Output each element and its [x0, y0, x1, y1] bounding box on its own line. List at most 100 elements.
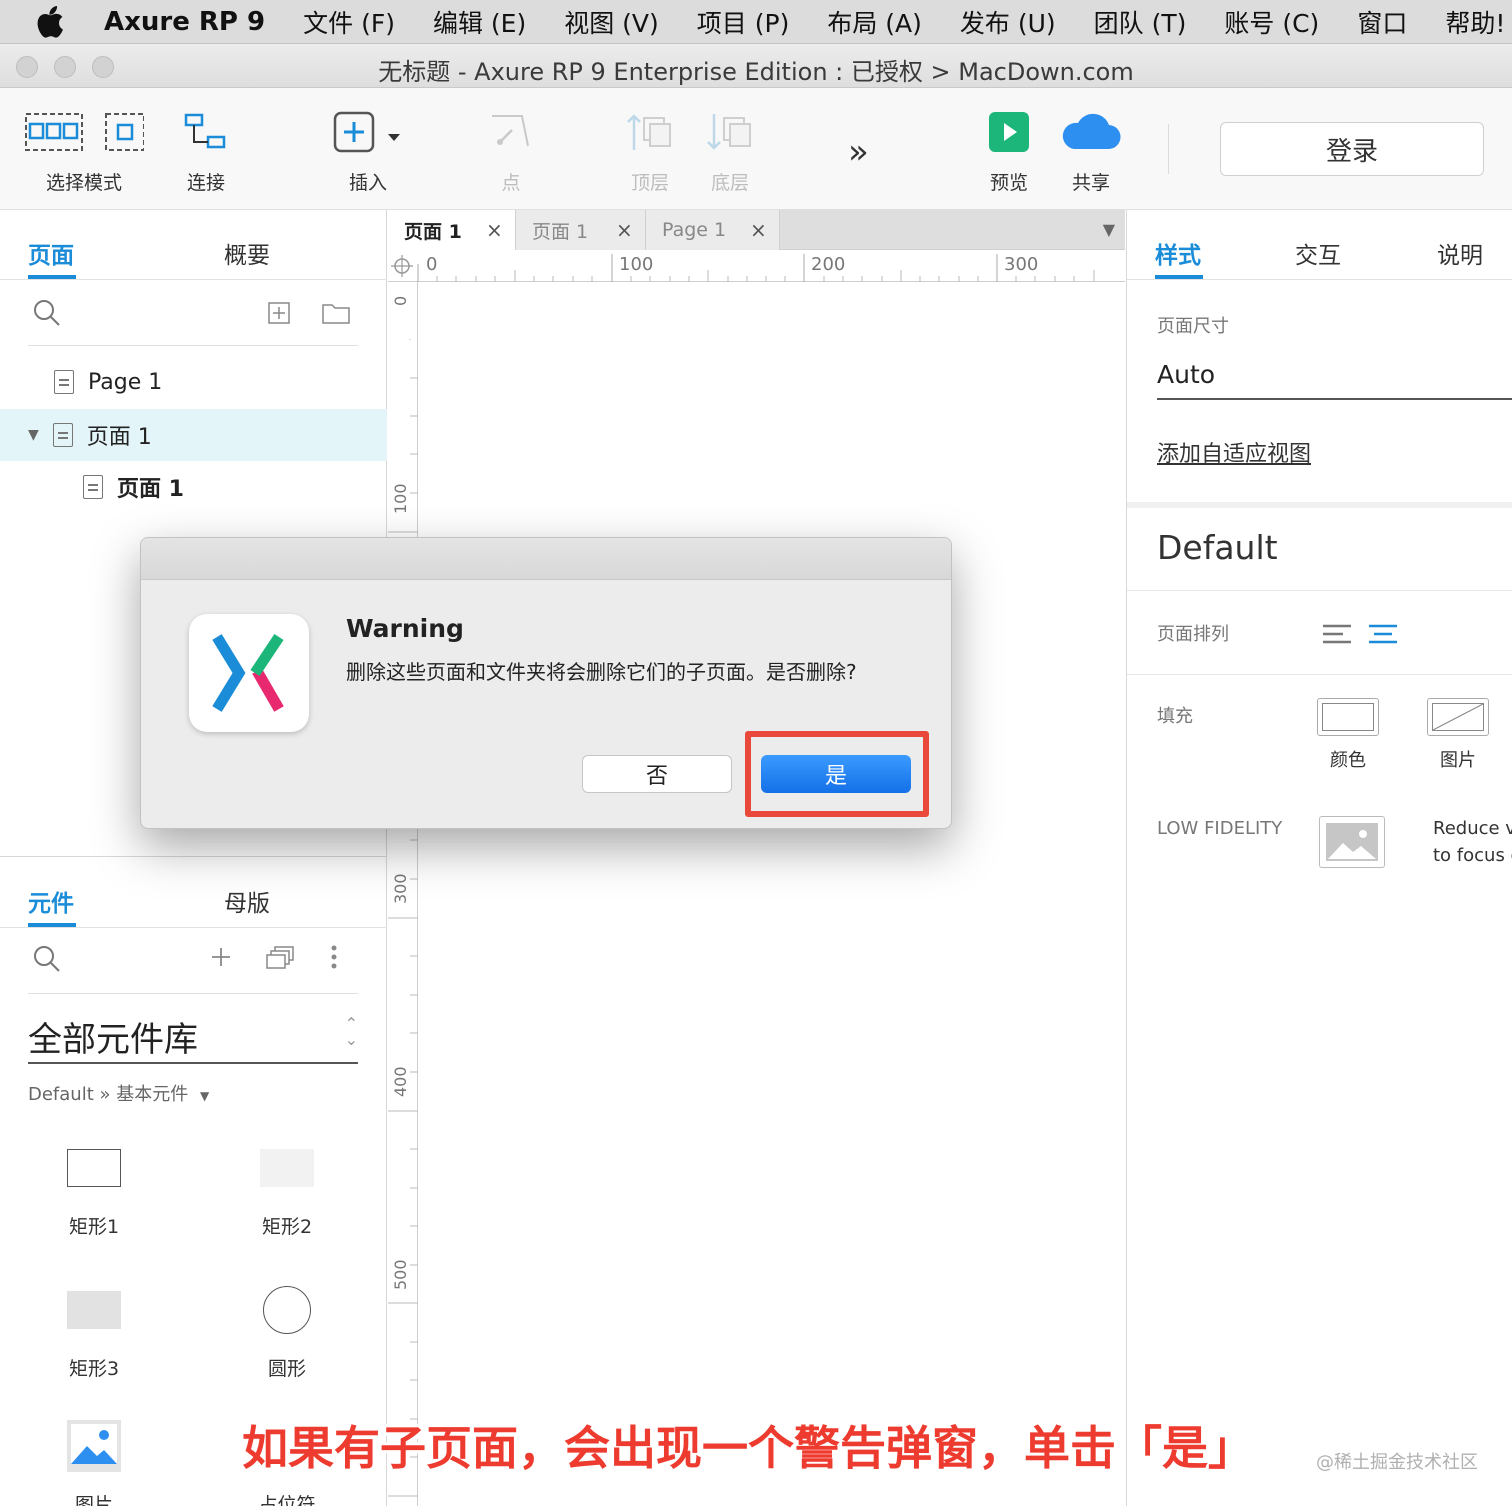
doc-tab-label: 页面 1 — [404, 220, 462, 243]
share-button[interactable]: 共享 — [1060, 108, 1122, 195]
no-button[interactable]: 否 — [582, 755, 732, 793]
widget-rectangle3[interactable]: 矩形3 — [29, 1280, 159, 1381]
menu-team[interactable]: 团队 (T) — [1094, 4, 1187, 40]
low-fidelity-toggle[interactable] — [1319, 816, 1385, 868]
page-icon — [52, 423, 73, 447]
align-center-icon[interactable] — [1369, 624, 1397, 648]
tutorial-caption: 如果有子页面，会出现一个警告弹窗，单击「是」 — [242, 1421, 1254, 1475]
menu-account[interactable]: 账号 (C) — [1224, 4, 1319, 40]
widget-circle[interactable]: 圆形 — [222, 1280, 352, 1381]
warning-dialog: Warning 删除这些页面和文件夹将会删除它们的子页面。是否删除? 否 是 — [140, 537, 952, 829]
dialog-title: Warning — [346, 614, 464, 643]
section-divider — [1127, 590, 1512, 591]
color-swatch-icon — [1317, 698, 1379, 736]
widget-label: 圆形 — [267, 1358, 306, 1380]
low-fidelity-desc: to focus c — [1433, 845, 1512, 866]
tab-style[interactable]: 样式 — [1155, 236, 1201, 270]
fill-image-button[interactable]: 图片 — [1427, 698, 1489, 772]
insert-button[interactable]: 插入 — [332, 108, 404, 195]
tab-widgets[interactable]: 元件 — [28, 884, 74, 918]
ruler-tick-label: 300 — [1004, 254, 1039, 275]
window-title: 无标题 - Axure RP 9 Enterprise Edition : 已授… — [378, 58, 1134, 86]
more-options-icon[interactable] — [330, 944, 338, 974]
top-layer-label: 顶层 — [630, 172, 669, 194]
select-mode-button[interactable]: 选择模式 — [24, 108, 144, 195]
library-stack-icon[interactable] — [266, 946, 294, 974]
select-mode-label: 选择模式 — [45, 172, 122, 194]
tab-pages[interactable]: 页面 — [28, 236, 74, 270]
library-select-value: 全部元件库 — [28, 1020, 198, 1060]
app-menu[interactable]: Axure RP 9 — [104, 7, 265, 37]
close-tab-icon[interactable]: × — [486, 218, 503, 242]
add-folder-icon[interactable] — [322, 302, 350, 328]
style-name[interactable]: Default — [1157, 528, 1278, 567]
widget-rectangle2[interactable]: 矩形2 — [222, 1138, 352, 1239]
menu-layout[interactable]: 布局 (A) — [827, 4, 922, 40]
menu-publish[interactable]: 发布 (U) — [960, 4, 1056, 40]
connect-label: 连接 — [186, 172, 225, 194]
rectangle-gray-icon — [67, 1280, 121, 1340]
doc-tab-3[interactable]: Page 1 × — [646, 210, 780, 250]
page-size-value: Auto — [1157, 360, 1216, 389]
menu-project[interactable]: 项目 (P) — [697, 4, 790, 40]
close-tab-icon[interactable]: × — [750, 218, 767, 242]
close-tab-icon[interactable]: × — [616, 218, 633, 242]
preview-button[interactable]: 预览 — [988, 108, 1030, 195]
widget-image[interactable]: 图片 — [29, 1416, 159, 1506]
menu-view[interactable]: 视图 (V) — [564, 4, 659, 40]
add-page-icon[interactable] — [268, 302, 290, 328]
menu-file[interactable]: 文件 (F) — [303, 4, 395, 40]
design-canvas[interactable] — [418, 282, 1125, 1506]
page-icon — [54, 370, 74, 394]
inspector-tabs: 样式 交互 说明 — [1127, 210, 1512, 280]
doc-tab-label: Page 1 — [662, 219, 727, 241]
menu-edit[interactable]: 编辑 (E) — [433, 4, 526, 40]
search-icon[interactable] — [32, 298, 62, 332]
insert-label: 插入 — [348, 172, 387, 194]
select-mode-icon — [24, 108, 144, 156]
widget-rectangle1[interactable]: 矩形1 — [29, 1138, 159, 1239]
more-tools-icon[interactable]: » — [848, 132, 869, 172]
fill-color-button[interactable]: 颜色 — [1317, 698, 1379, 772]
login-button[interactable]: 登录 — [1220, 122, 1484, 176]
page-item-child[interactable]: 页面 1 — [0, 461, 387, 513]
ruler-ticks — [388, 339, 418, 1497]
send-to-bottom-button[interactable]: 底层 — [706, 108, 754, 195]
play-icon — [988, 108, 1030, 156]
tabs-dropdown-icon[interactable]: ▼ — [1103, 220, 1115, 239]
doc-tab-2[interactable]: 页面 1 × — [516, 210, 646, 250]
point-button[interactable]: 点 — [488, 108, 534, 195]
apple-icon[interactable] — [36, 5, 84, 38]
send-to-back-icon — [706, 108, 754, 156]
left-panel: 页面 概要 Page 1 ▼ 页面 1 页面 1 元件 母版 全部元件库 ⌃ ⌄… — [0, 210, 387, 1506]
rectangle-icon — [67, 1138, 121, 1198]
bring-to-top-button[interactable]: 顶层 — [626, 108, 674, 195]
tab-notes[interactable]: 说明 — [1437, 236, 1483, 270]
image-fill-icon — [1427, 698, 1489, 736]
menu-window[interactable]: 窗口 — [1357, 4, 1407, 40]
widget-label: 矩形3 — [68, 1358, 120, 1380]
page-item-page1[interactable]: Page 1 — [0, 356, 387, 408]
document-tabs: 页面 1 × 页面 1 × Page 1 × ▼ — [388, 210, 1125, 250]
align-left-icon[interactable] — [1323, 624, 1351, 648]
section-divider — [1127, 674, 1512, 675]
page-item-parent[interactable]: ▼ 页面 1 — [0, 409, 387, 461]
library-select[interactable]: 全部元件库 ⌃ ⌄ — [28, 1012, 358, 1064]
page-item-label: 页面 1 — [86, 425, 152, 450]
add-adaptive-view-link[interactable]: 添加自适应视图 — [1157, 436, 1311, 468]
page-size-select[interactable]: Auto — [1157, 360, 1512, 400]
tab-outline[interactable]: 概要 — [224, 236, 270, 270]
connect-button[interactable]: 连接 — [184, 108, 228, 195]
library-crumb-label: Default » 基本元件 — [28, 1084, 189, 1105]
active-tab-indicator — [28, 275, 76, 279]
insert-icon — [332, 108, 404, 156]
tab-interactions[interactable]: 交互 — [1295, 236, 1341, 270]
menu-help[interactable]: 帮助! — [1445, 4, 1505, 40]
tab-masters[interactable]: 母版 — [224, 884, 270, 918]
search-icon[interactable] — [32, 944, 62, 978]
doc-tab-1[interactable]: 页面 1 × — [388, 210, 516, 250]
expand-caret-icon[interactable]: ▼ — [28, 427, 39, 443]
bring-to-front-icon — [626, 108, 674, 156]
library-breadcrumb[interactable]: Default » 基本元件 ▼ — [28, 1080, 209, 1106]
add-library-icon[interactable] — [210, 946, 232, 972]
